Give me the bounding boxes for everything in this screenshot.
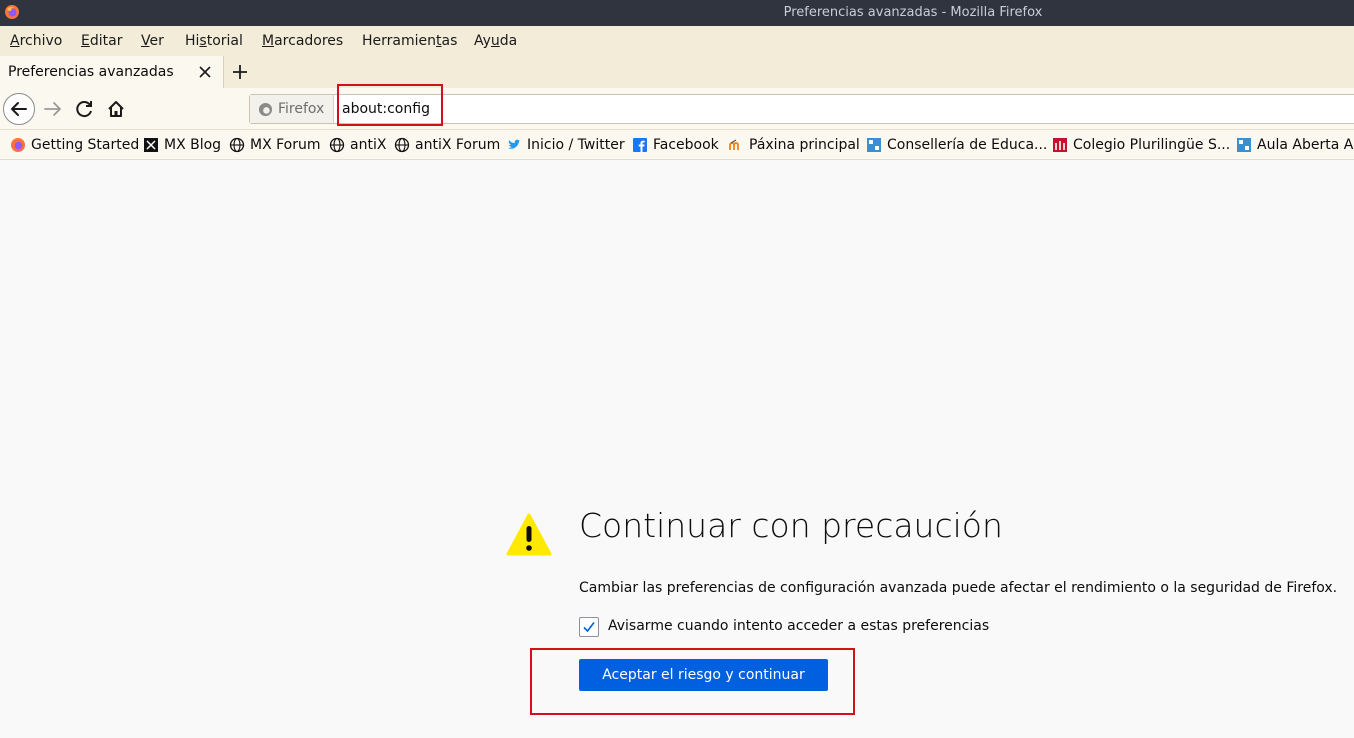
menu-herramientas[interactable]: Herramientas [362, 26, 457, 56]
checkmark-icon [583, 622, 595, 633]
warn-checkbox[interactable] [579, 617, 599, 637]
firefox-icon [258, 102, 273, 117]
menu-editar[interactable]: Editar [81, 26, 122, 56]
tab-label: Preferencias avanzadas [8, 64, 174, 80]
menubar: Archivo Editar Ver Historial Marcadores … [0, 26, 1354, 56]
reload-icon [76, 101, 92, 118]
identity-label: Firefox [278, 101, 325, 117]
moodle-icon [729, 139, 739, 150]
home-button[interactable] [100, 93, 132, 125]
arrow-right-icon [44, 102, 61, 116]
page-title: Continuar con precaución [579, 506, 1003, 545]
globe-icon [394, 137, 410, 153]
button-highlight-box [530, 648, 855, 715]
forward-button[interactable] [37, 93, 69, 125]
globe-icon [329, 137, 345, 153]
school-icon [1053, 138, 1067, 152]
menu-ver[interactable]: Ver [141, 26, 164, 56]
menu-marcadores[interactable]: Marcadores [262, 26, 343, 56]
xunta-icon [867, 138, 881, 152]
menu-historial[interactable]: Historial [185, 26, 243, 56]
twitter-icon [508, 139, 521, 149]
facebook-icon [633, 138, 647, 152]
bookmarks-toolbar: Getting Started MX Blog MX Forum antiX a… [0, 130, 1354, 160]
navigation-toolbar: Firefox about:config [0, 88, 1354, 130]
home-icon [108, 101, 124, 117]
identity-box[interactable]: Firefox [250, 95, 334, 123]
warning-icon [506, 513, 552, 556]
warning-description: Cambiar las preferencias de configuració… [579, 580, 1338, 596]
window-titlebar: Preferencias avanzadas - Mozilla Firefox [0, 0, 1354, 26]
back-button[interactable] [3, 93, 35, 125]
tab-preferencias-avanzadas[interactable]: Preferencias avanzadas [0, 56, 224, 88]
new-tab-icon[interactable] [230, 62, 250, 82]
arrow-left-icon [11, 102, 27, 116]
url-highlight-box [337, 84, 443, 126]
firefox-icon [11, 138, 25, 152]
close-tab-icon[interactable] [197, 64, 213, 80]
globe-icon [229, 137, 245, 153]
menu-ayuda[interactable]: Ayuda [474, 26, 517, 56]
mx-icon [144, 138, 158, 152]
tab-strip: Preferencias avanzadas [0, 56, 1354, 88]
reload-button[interactable] [69, 93, 101, 125]
warn-checkbox-label[interactable]: Avisarme cuando intento acceder a estas … [608, 618, 989, 634]
window-title: Preferencias avanzadas - Mozilla Firefox [783, 5, 1043, 20]
xunta-icon [1237, 138, 1251, 152]
menu-archivo[interactable]: Archivo [10, 26, 62, 56]
